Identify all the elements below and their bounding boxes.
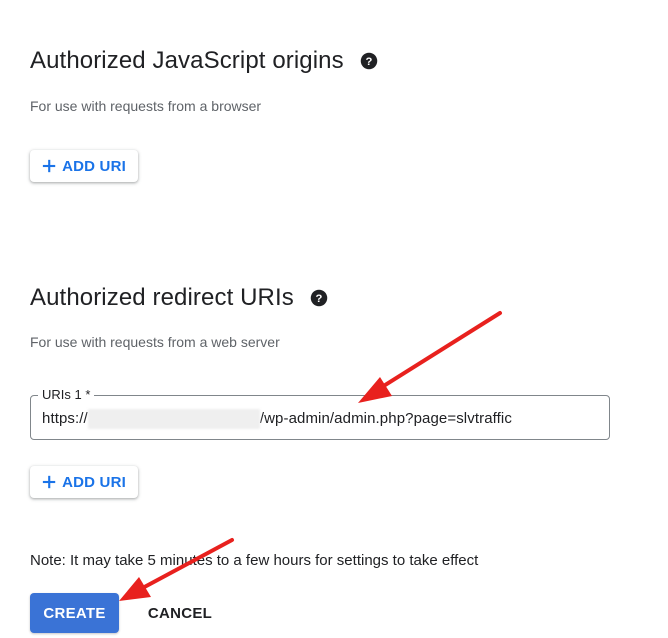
js-origins-section-title: Authorized JavaScript origins ? [30, 45, 378, 77]
js-origins-add-uri-label: ADD URI [62, 157, 126, 175]
annotation-arrows [119, 311, 502, 601]
redacted-domain [87, 409, 260, 429]
js-origins-subtitle: For use with requests from a browser [30, 98, 262, 114]
redirect-uris-add-uri-button[interactable]: ADD URI [30, 466, 138, 498]
redirect-uri-value[interactable]: https:// /wp-admin/admin.php?page=slvtraf… [42, 409, 512, 429]
plus-icon [42, 159, 56, 173]
settings-note: Note: It may take 5 minutes to a few hou… [30, 552, 479, 569]
help-circle-icon[interactable]: ? [310, 289, 328, 307]
svg-text:?: ? [365, 56, 372, 68]
redirect-uri-field-label: URIs 1 * [38, 387, 95, 402]
redirect-uri-field[interactable]: https:// /wp-admin/admin.php?page=slvtraf… [30, 395, 610, 440]
redirect-uris-title: Authorized redirect URIs [30, 284, 294, 311]
cancel-button[interactable]: CANCEL [138, 593, 222, 633]
red-arrow-icon [358, 311, 502, 403]
redirect-uris-add-uri-label: ADD URI [62, 473, 126, 491]
redirect-uris-section-title: Authorized redirect URIs ? [30, 282, 328, 314]
svg-text:?: ? [315, 293, 322, 305]
redirect-uri-value-suffix: /wp-admin/admin.php?page=slvtraffic [259, 409, 512, 427]
create-button[interactable]: CREATE [30, 593, 119, 633]
red-arrow-icon [119, 538, 234, 601]
js-origins-add-uri-button[interactable]: ADD URI [30, 150, 138, 182]
plus-icon [42, 475, 56, 489]
redirect-uris-subtitle: For use with requests from a web server [30, 334, 280, 350]
js-origins-title: Authorized JavaScript origins [30, 47, 344, 74]
help-circle-icon[interactable]: ? [360, 52, 378, 70]
redirect-uri-value-prefix: https:// [42, 409, 88, 427]
